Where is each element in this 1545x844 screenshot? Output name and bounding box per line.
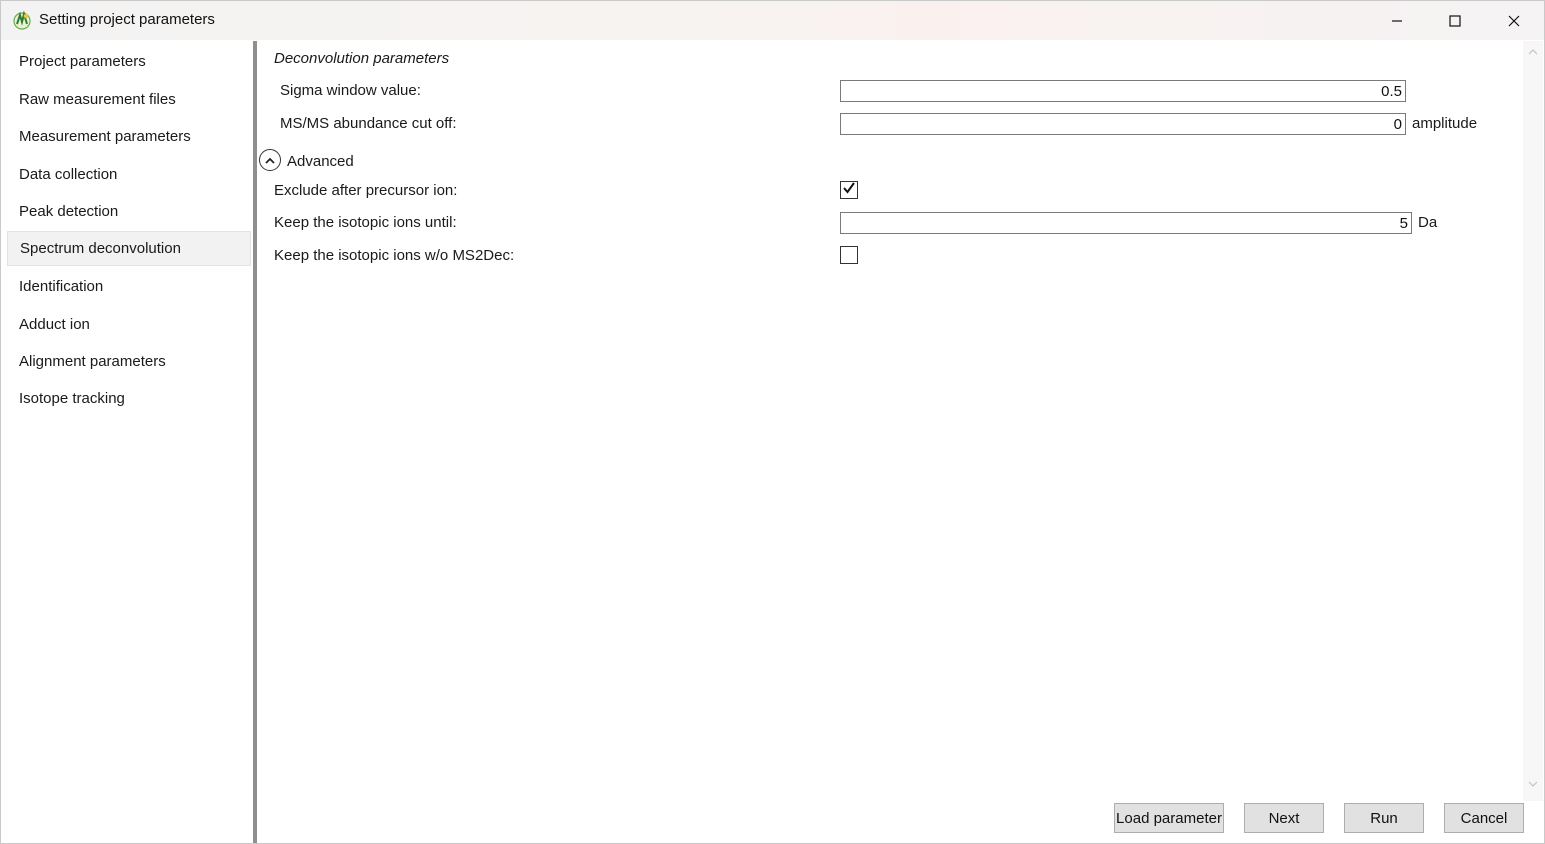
sidebar-item-spectrum-deconvolution[interactable]: Spectrum deconvolution [7, 231, 251, 266]
checkmark-icon [842, 181, 856, 199]
sidebar-item-isotope-tracking[interactable]: Isotope tracking [7, 381, 251, 416]
sidebar-nav: Project parameters Raw measurement files… [5, 41, 253, 842]
load-parameter-button[interactable]: Load parameter [1114, 803, 1224, 833]
title-bar[interactable]: Setting project parameters [1, 1, 1544, 40]
sidebar-item-alignment-parameters[interactable]: Alignment parameters [7, 344, 251, 379]
chevron-up-icon [265, 152, 275, 169]
window-title: Setting project parameters [39, 11, 215, 28]
msms-cutoff-input[interactable] [840, 113, 1406, 135]
sidebar-item-data-collection[interactable]: Data collection [7, 157, 251, 192]
sidebar-item-adduct-ion[interactable]: Adduct ion [7, 307, 251, 342]
sidebar-item-measurement-parameters[interactable]: Measurement parameters [7, 119, 251, 154]
main-window: Setting project parameters Project param… [0, 0, 1545, 844]
scroll-down-icon[interactable] [1526, 777, 1540, 791]
minimize-button[interactable] [1368, 1, 1426, 40]
keep-isotopic-until-unit: Da [1418, 214, 1438, 231]
exclude-precursor-checkbox[interactable] [840, 181, 858, 199]
keep-isotopic-until-label: Keep the isotopic ions until: [274, 214, 457, 231]
run-button[interactable]: Run [1344, 803, 1424, 833]
section-title: Deconvolution parameters [274, 50, 450, 67]
minimize-icon [1391, 15, 1403, 27]
exclude-precursor-label: Exclude after precursor ion: [274, 182, 458, 199]
sigma-window-input[interactable] [840, 80, 1406, 102]
advanced-label[interactable]: Advanced [287, 153, 354, 170]
advanced-expander-button[interactable] [259, 149, 281, 171]
msms-cutoff-unit: amplitude [1412, 115, 1478, 132]
sidebar-item-raw-measurement-files[interactable]: Raw measurement files [7, 82, 251, 117]
msms-cutoff-label: MS/MS abundance cut off: [280, 115, 457, 132]
maximize-button[interactable] [1426, 1, 1484, 40]
close-icon [1508, 15, 1520, 27]
sidebar-item-peak-detection[interactable]: Peak detection [7, 194, 251, 229]
vertical-scrollbar[interactable] [1523, 41, 1543, 801]
keep-isotopic-until-input[interactable] [840, 212, 1412, 234]
keep-isotopic-wo-ms2dec-checkbox[interactable] [840, 246, 858, 264]
app-logo-icon [12, 10, 32, 30]
sidebar-item-project-parameters[interactable]: Project parameters [7, 44, 251, 79]
next-button[interactable]: Next [1244, 803, 1324, 833]
close-button[interactable] [1485, 1, 1543, 40]
parameters-panel: Deconvolution parameters Sigma window va… [257, 41, 1524, 843]
scroll-up-icon[interactable] [1526, 45, 1540, 59]
maximize-icon [1449, 14, 1461, 27]
sigma-window-label: Sigma window value: [280, 82, 421, 99]
cancel-button[interactable]: Cancel [1444, 803, 1524, 833]
keep-isotopic-wo-ms2dec-label: Keep the isotopic ions w/o MS2Dec: [274, 247, 515, 264]
sidebar-item-identification[interactable]: Identification [7, 269, 251, 304]
